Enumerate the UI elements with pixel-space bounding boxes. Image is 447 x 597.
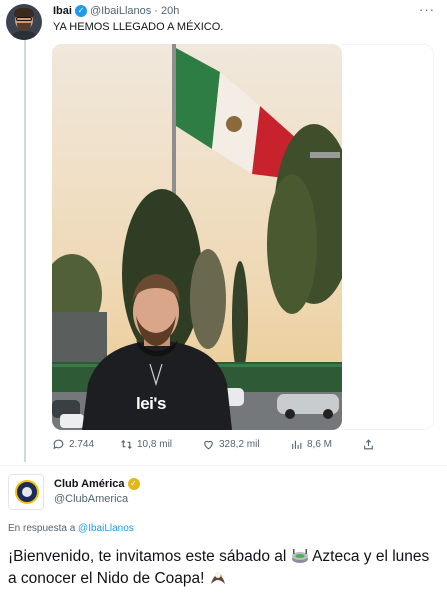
club-america-avatar[interactable] [8,474,44,510]
club-crest-icon [15,480,39,504]
reply-author-row: Club América ✓ [54,478,140,490]
ibai-avatar[interactable] [6,4,42,40]
reply-count: 2.744 [69,439,95,450]
tweet-header: Ibai ✓ @IbaiLlanos · 20h [53,5,179,17]
reply-context: En respuesta a @IbaiLlanos [8,523,134,534]
tweet-actions: 2.744 10,8 mil 328,2 mil 8,6 M [52,438,382,458]
photo-frame-right [342,44,434,430]
verified-gold-badge-icon: ✓ [127,478,140,490]
tweet-divider [0,465,447,466]
like-action[interactable]: 328,2 mil [202,438,260,451]
tweet-text: YA HEMOS LLEGADO A MÉXICO. [53,21,224,33]
stadium-icon [291,549,308,563]
reply-mention-link[interactable]: @IbaiLlanos [78,523,134,534]
reply-prefix: En respuesta a [8,523,76,534]
reply-text-part1: ¡Bienvenido, te invitamos este sábado al [8,548,287,565]
views-chart-icon [292,440,302,449]
reply-author-name[interactable]: Club América [54,478,125,490]
reply-icon [53,439,64,450]
author-name[interactable]: Ibai [53,5,72,17]
heart-icon [204,440,213,450]
tweet-photo[interactable]: lei's [52,44,342,430]
separator-dot: · [154,5,158,17]
share-action[interactable] [362,438,375,451]
views-action[interactable]: 8,6 M [290,438,332,451]
retweet-action[interactable]: 10,8 mil [120,438,172,451]
like-count: 328,2 mil [219,439,260,450]
author-handle[interactable]: @IbaiLlanos [90,5,151,17]
thread-connector-line [24,40,26,462]
eagle-icon [210,572,225,584]
verified-badge-icon: ✓ [74,5,87,17]
share-icon [364,439,373,450]
hoodie-logo-text: lei's [136,394,166,413]
reply-text: ¡Bienvenido, te invitamos este sábado al… [8,546,440,590]
retweet-count: 10,8 mil [137,439,173,450]
retweet-icon [121,439,132,450]
reply-action[interactable]: 2.744 [52,438,94,451]
more-options-icon[interactable]: ··· [419,2,435,17]
views-count: 8,6 M [307,439,333,450]
tweet-timestamp[interactable]: 20h [161,5,179,17]
reply-author-handle[interactable]: @ClubAmerica [54,493,128,505]
